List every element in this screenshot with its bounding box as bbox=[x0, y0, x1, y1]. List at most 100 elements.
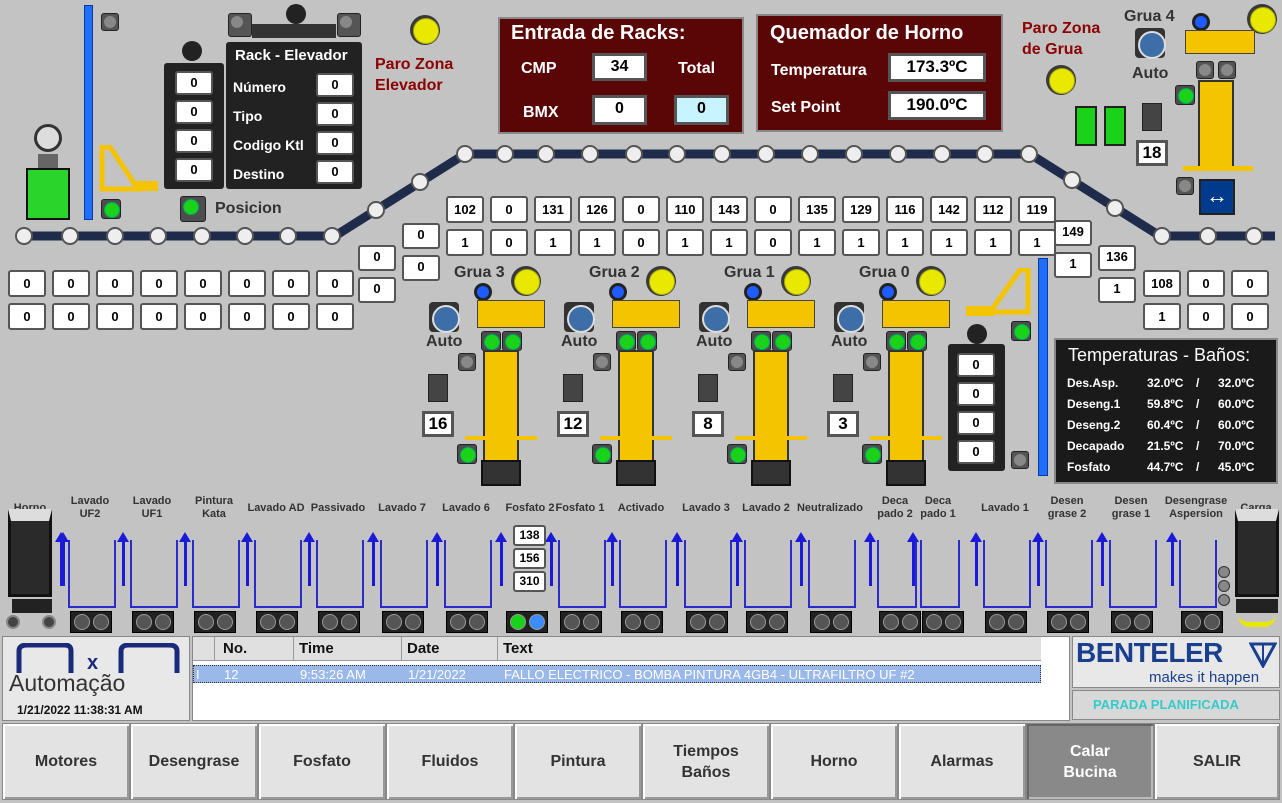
grua1-count: 8 bbox=[692, 411, 724, 437]
tank-flow-arrow-2 bbox=[117, 532, 129, 586]
conveyor-top-rack-3: 126 bbox=[578, 196, 616, 223]
conveyor-top-type-0: 1 bbox=[446, 229, 484, 256]
temperaturas-title: Temperaturas - Baños: bbox=[1068, 345, 1251, 365]
tank-9 bbox=[558, 540, 606, 608]
conveyor-top-type-2: 1 bbox=[534, 229, 572, 256]
tank-pumps-11 bbox=[686, 611, 728, 633]
tank-flow-arrow-7 bbox=[431, 532, 443, 586]
temp-row-name-2: Deseng.2 bbox=[1067, 418, 1121, 432]
grua3-green-a bbox=[481, 331, 501, 351]
nav-salir-button[interactable]: SALIR bbox=[1154, 723, 1280, 800]
grua3-head bbox=[477, 300, 545, 328]
conveyor-left-bottom-7: 0 bbox=[316, 303, 354, 330]
temp-row-name-4: Fosfato bbox=[1067, 460, 1111, 474]
alarm-col-no[interactable]: No. bbox=[223, 640, 247, 657]
grua1-mode-label: Auto bbox=[696, 333, 733, 350]
conveyor-right-top-1: 0 bbox=[1187, 270, 1225, 297]
grua0-mode-knob[interactable] bbox=[834, 302, 865, 333]
grua3-body bbox=[483, 350, 519, 462]
tank-label-13: Neutralizado bbox=[796, 502, 863, 514]
lift-right-value-2: 0 bbox=[957, 411, 995, 435]
lift-right-sensor bbox=[967, 324, 987, 344]
lift-right-rail bbox=[1038, 258, 1048, 476]
grua3-motor-icon bbox=[428, 374, 448, 402]
roller bbox=[456, 145, 474, 163]
grua2-count: 12 bbox=[557, 411, 589, 437]
grua1-motor-icon bbox=[698, 374, 718, 402]
nav-motores-button[interactable]: Motores bbox=[2, 723, 130, 800]
roller bbox=[581, 145, 599, 163]
lift-right-value-3: 0 bbox=[957, 440, 995, 464]
temp-row-sp-3: 70.0ºC bbox=[1218, 439, 1255, 453]
alarm-col-time[interactable]: Time bbox=[299, 640, 334, 657]
conveyor-top-rack-5: 110 bbox=[666, 196, 704, 223]
roller bbox=[889, 145, 907, 163]
conveyor-left-top-0: 0 bbox=[8, 270, 46, 297]
grua2-motor-icon bbox=[563, 374, 583, 402]
grua0-mode-label: Auto bbox=[831, 333, 868, 350]
grua0-motor-icon bbox=[833, 374, 853, 402]
tank-13 bbox=[808, 540, 856, 608]
grua2-title: Grua 2 bbox=[589, 264, 640, 281]
conveyor-top-type-10: 1 bbox=[886, 229, 924, 256]
datetime: 1/21/2022 11:38:31 AM bbox=[17, 703, 143, 717]
grua2-green-a bbox=[616, 331, 636, 351]
alarm-col-date[interactable]: Date bbox=[407, 640, 440, 657]
grua3-base bbox=[481, 460, 521, 486]
horno-flow-arrow bbox=[57, 532, 69, 586]
nav-fosfato-button[interactable]: Fosfato bbox=[258, 723, 386, 800]
temp-row-sp-1: 60.0ºC bbox=[1218, 397, 1255, 411]
temp-row-sp-0: 32.0ºC bbox=[1218, 376, 1255, 390]
grua1-base bbox=[751, 460, 791, 486]
grua1-title: Grua 1 bbox=[724, 264, 775, 281]
nav-desengrase-button[interactable]: Desengrase bbox=[130, 723, 258, 800]
grua3-yellow-light[interactable] bbox=[511, 266, 541, 296]
grua3-mode-knob[interactable] bbox=[429, 302, 460, 333]
grua1-yellow-light[interactable] bbox=[781, 266, 811, 296]
conveyor-top-type-4: 0 bbox=[622, 229, 660, 256]
horno-trolley bbox=[4, 597, 60, 631]
tank-label-15: Deca bbox=[924, 495, 952, 507]
nav-alarmas-button[interactable]: Alarmas bbox=[898, 723, 1026, 800]
alarm-row-date: 1/21/2022 bbox=[408, 667, 466, 682]
roller bbox=[193, 227, 211, 245]
alarm-row[interactable]: I 12 9:53:26 AM 1/21/2022 FALLO ELECTRIC… bbox=[193, 665, 1041, 683]
grua2-body bbox=[618, 350, 654, 462]
fosfato-value-0: 138 bbox=[513, 525, 546, 546]
alarm-row-text: FALLO ELECTRICO - BOMBA PINTURA 4GB4 - U… bbox=[504, 667, 915, 682]
nav-horno-button[interactable]: Horno bbox=[770, 723, 898, 800]
nav-fluidos-button[interactable]: Fluidos bbox=[386, 723, 514, 800]
nav-pintura-button[interactable]: Pintura bbox=[514, 723, 642, 800]
grua2-mode-knob[interactable] bbox=[564, 302, 595, 333]
roller bbox=[757, 145, 775, 163]
roller bbox=[236, 227, 254, 245]
alarm-col-text[interactable]: Text bbox=[503, 640, 533, 657]
tank-15 bbox=[920, 540, 960, 608]
grua2-yellow-light[interactable] bbox=[646, 266, 676, 296]
tank-flow-arrow-4 bbox=[241, 532, 253, 586]
grua0-yellow-light[interactable] bbox=[916, 266, 946, 296]
grua0-bar bbox=[870, 436, 942, 440]
tank-pumps-2 bbox=[132, 611, 174, 633]
grua3-ind-a bbox=[458, 353, 476, 371]
grua2-head bbox=[612, 300, 680, 328]
alarm-col-flag bbox=[193, 637, 215, 661]
tank-label-18: Desen bbox=[1114, 495, 1148, 507]
benteler-logo-icon bbox=[1249, 642, 1277, 668]
lift-right-ind bbox=[1011, 451, 1029, 469]
conveyor-right-top-2: 0 bbox=[1231, 270, 1269, 297]
tank-11 bbox=[684, 540, 732, 608]
nav-calar-bucina-button[interactable]: Calar Bucina bbox=[1026, 723, 1154, 800]
tank-7 bbox=[444, 540, 492, 608]
incline-right-0-top: 149 bbox=[1054, 220, 1092, 246]
tank-label-10: Activado bbox=[617, 502, 665, 514]
roller bbox=[367, 201, 385, 220]
conveyor-left-bottom-6: 0 bbox=[272, 303, 310, 330]
conveyor-top-rack-6: 143 bbox=[710, 196, 748, 223]
tank-flow-arrow-15 bbox=[907, 532, 919, 586]
grua1-mode-knob[interactable] bbox=[699, 302, 730, 333]
roller bbox=[61, 227, 79, 245]
conveyor-top-rack-10: 116 bbox=[886, 196, 924, 223]
roller bbox=[149, 227, 167, 245]
nav-tiempos-banos-button[interactable]: Tiempos Baños bbox=[642, 723, 770, 800]
